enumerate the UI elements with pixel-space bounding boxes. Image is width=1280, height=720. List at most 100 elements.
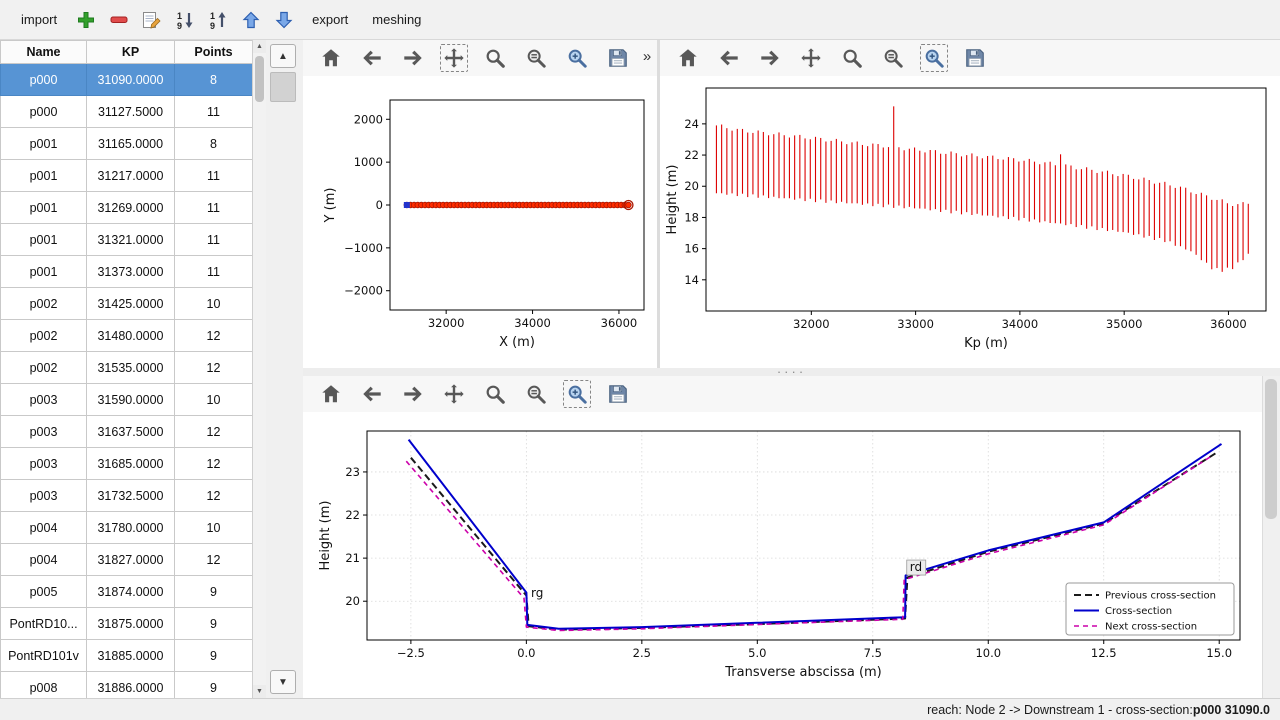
cell-points[interactable]: 9 <box>175 640 253 672</box>
panel-scrollbar-thumb[interactable] <box>270 72 296 102</box>
cell-name[interactable]: p002 <box>1 320 87 352</box>
move-up-button[interactable] <box>237 6 264 33</box>
cell-kp[interactable]: 31217.0000 <box>87 160 175 192</box>
cell-name[interactable]: p003 <box>1 448 87 480</box>
cell-points[interactable]: 11 <box>175 224 253 256</box>
cell-points[interactable]: 10 <box>175 288 253 320</box>
cell-name[interactable]: p004 <box>1 544 87 576</box>
cell-name[interactable]: p000 <box>1 64 87 96</box>
table-row[interactable]: p00131217.000011 <box>1 160 253 192</box>
move-down-button[interactable] <box>270 6 297 33</box>
save-button[interactable] <box>960 43 990 73</box>
back-button[interactable] <box>714 43 744 73</box>
bottom-scrollbar-thumb[interactable] <box>1265 379 1277 519</box>
cell-kp[interactable]: 31827.0000 <box>87 544 175 576</box>
cell-kp[interactable]: 31321.0000 <box>87 224 175 256</box>
cell-points[interactable]: 10 <box>175 512 253 544</box>
cell-kp[interactable]: 31480.0000 <box>87 320 175 352</box>
scroll-down-arrow-icon[interactable]: ▼ <box>253 685 266 698</box>
subplots-button[interactable] <box>521 43 551 73</box>
cell-name[interactable]: p002 <box>1 352 87 384</box>
cell-kp[interactable]: 31269.0000 <box>87 192 175 224</box>
panel-scroll-down-button[interactable]: ▼ <box>270 670 296 694</box>
cell-kp[interactable]: 31090.0000 <box>87 64 175 96</box>
cell-name[interactable]: p003 <box>1 480 87 512</box>
cell-name[interactable]: p001 <box>1 224 87 256</box>
cell-points[interactable]: 12 <box>175 352 253 384</box>
table-row[interactable]: p00131165.00008 <box>1 128 253 160</box>
cell-kp[interactable]: 31590.0000 <box>87 384 175 416</box>
cell-kp[interactable]: 31732.5000 <box>87 480 175 512</box>
cell-name[interactable]: p001 <box>1 256 87 288</box>
cell-kp[interactable]: 31874.0000 <box>87 576 175 608</box>
export-button[interactable]: export <box>303 7 357 32</box>
cell-points[interactable]: 11 <box>175 256 253 288</box>
cell-kp[interactable]: 31165.0000 <box>87 128 175 160</box>
zoom-button[interactable] <box>837 43 867 73</box>
add-cross-section-button[interactable] <box>72 6 99 33</box>
table-row[interactable]: p00431780.000010 <box>1 512 253 544</box>
table-row[interactable]: p00131269.000011 <box>1 192 253 224</box>
cell-kp[interactable]: 31885.0000 <box>87 640 175 672</box>
cell-points[interactable]: 12 <box>175 448 253 480</box>
table-row[interactable]: p00231425.000010 <box>1 288 253 320</box>
table-scrollbar-thumb[interactable] <box>255 56 264 102</box>
zoom-rect-button[interactable] <box>919 43 949 73</box>
table-row[interactable]: p00331590.000010 <box>1 384 253 416</box>
home-button[interactable] <box>316 379 346 409</box>
table-row[interactable]: p00331732.500012 <box>1 480 253 512</box>
table-row[interactable]: p00531874.00009 <box>1 576 253 608</box>
back-button[interactable] <box>357 43 387 73</box>
cell-kp[interactable]: 31875.0000 <box>87 608 175 640</box>
cell-points[interactable]: 11 <box>175 96 253 128</box>
table-row[interactable]: p00231480.000012 <box>1 320 253 352</box>
table-row[interactable]: p00331685.000012 <box>1 448 253 480</box>
zoom-button[interactable] <box>480 379 510 409</box>
cell-name[interactable]: p001 <box>1 192 87 224</box>
panel-scrollbar[interactable]: ▲ ▼ <box>266 40 302 698</box>
cell-name[interactable]: p008 <box>1 672 87 699</box>
cell-points[interactable]: 12 <box>175 480 253 512</box>
cell-kp[interactable]: 31535.0000 <box>87 352 175 384</box>
forward-button[interactable] <box>398 379 428 409</box>
pan-button[interactable] <box>439 379 469 409</box>
cell-kp[interactable]: 31373.0000 <box>87 256 175 288</box>
panel-scroll-up-button[interactable]: ▲ <box>270 44 296 68</box>
cell-name[interactable]: PontRD101v <box>1 640 87 672</box>
cell-points[interactable]: 9 <box>175 608 253 640</box>
cell-name[interactable]: p004 <box>1 512 87 544</box>
column-header-kp[interactable]: KP <box>87 41 175 64</box>
cell-kp[interactable]: 31780.0000 <box>87 512 175 544</box>
remove-cross-section-button[interactable] <box>105 6 132 33</box>
cell-name[interactable]: p005 <box>1 576 87 608</box>
forward-button[interactable] <box>755 43 785 73</box>
table-row[interactable]: p00331637.500012 <box>1 416 253 448</box>
zoom-rect-button[interactable] <box>562 379 592 409</box>
cell-points[interactable]: 9 <box>175 576 253 608</box>
import-button[interactable]: import <box>12 7 66 32</box>
table-scrollbar[interactable]: ▲ ▼ <box>252 40 266 698</box>
cell-kp[interactable]: 31685.0000 <box>87 448 175 480</box>
zoom-button[interactable] <box>480 43 510 73</box>
table-row[interactable]: p00031127.500011 <box>1 96 253 128</box>
longitudinal-profile-chart[interactable]: 3200033000340003500036000141618202224Kp … <box>660 76 1280 368</box>
table-row[interactable]: p00231535.000012 <box>1 352 253 384</box>
save-button[interactable] <box>603 43 633 73</box>
table-row[interactable]: p00831886.00009 <box>1 672 253 699</box>
cell-points[interactable]: 11 <box>175 192 253 224</box>
cell-name[interactable]: p002 <box>1 288 87 320</box>
cell-name[interactable]: p003 <box>1 384 87 416</box>
scroll-up-arrow-icon[interactable]: ▲ <box>253 40 266 53</box>
cell-kp[interactable]: 31886.0000 <box>87 672 175 699</box>
cell-kp[interactable]: 31425.0000 <box>87 288 175 320</box>
save-button[interactable] <box>603 379 633 409</box>
edit-cross-section-button[interactable] <box>138 6 165 33</box>
horizontal-splitter[interactable]: ···· <box>303 368 1280 376</box>
forward-button[interactable] <box>398 43 428 73</box>
back-button[interactable] <box>357 379 387 409</box>
cell-name[interactable]: PontRD10... <box>1 608 87 640</box>
cell-points[interactable]: 11 <box>175 160 253 192</box>
cell-name[interactable]: p003 <box>1 416 87 448</box>
zoom-rect-button[interactable] <box>562 43 592 73</box>
subplots-button[interactable] <box>521 379 551 409</box>
